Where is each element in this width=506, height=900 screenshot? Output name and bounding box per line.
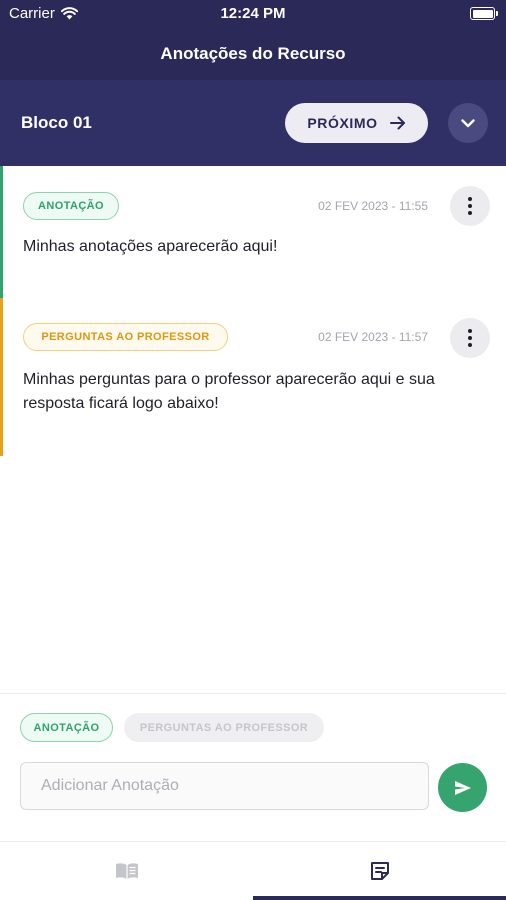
next-button[interactable]: PRÓXIMO: [285, 103, 428, 143]
tab-indicator: [253, 896, 506, 900]
chip-anotacao[interactable]: ANOTAÇÃO: [20, 713, 113, 742]
note-date: 02 FEV 2023 - 11:55: [318, 199, 428, 213]
app-header: Carrier 12:24 PM Anotações do Recurso: [0, 0, 506, 80]
tab-bar: [0, 841, 506, 900]
send-icon: [454, 780, 471, 795]
more-options-button[interactable]: [450, 186, 490, 226]
block-title: Bloco 01: [21, 113, 92, 132]
note-text: Minhas anotações aparecerão aqui!: [23, 238, 278, 255]
page-title: Anotações do Recurso: [160, 44, 346, 63]
note-tag: PERGUNTAS AO PROFESSOR: [23, 323, 228, 351]
more-options-button[interactable]: [450, 318, 490, 358]
note-card: ANOTAÇÃO 02 FEV 2023 - 11:55 Minhas anot…: [0, 166, 506, 298]
chip-perguntas[interactable]: PERGUNTAS AO PROFESSOR: [124, 713, 324, 742]
notes-icon: [370, 862, 389, 880]
note-text: Minhas perguntas para o professor aparec…: [23, 371, 435, 412]
note-input[interactable]: [20, 762, 429, 810]
note-tag: ANOTAÇÃO: [23, 192, 119, 220]
clock: 12:24 PM: [220, 5, 286, 22]
block-bar: Bloco 01: [0, 80, 506, 166]
chevron-down-icon: [461, 118, 475, 127]
status-bar: Carrier 12:24 PM: [0, 0, 506, 28]
note-card: PERGUNTAS AO PROFESSOR 02 FEV 2023 - 11:…: [0, 298, 506, 456]
expand-button[interactable]: [448, 103, 488, 143]
tab-notes[interactable]: [253, 842, 506, 900]
send-button[interactable]: [438, 763, 487, 812]
arrow-right-icon: [389, 116, 405, 130]
battery-icon: [470, 7, 498, 20]
book-icon: [115, 863, 138, 879]
divider: [0, 693, 506, 694]
tab-content[interactable]: [0, 842, 253, 900]
note-date: 02 FEV 2023 - 11:57: [318, 330, 428, 344]
next-button-label: PRÓXIMO: [307, 115, 378, 131]
